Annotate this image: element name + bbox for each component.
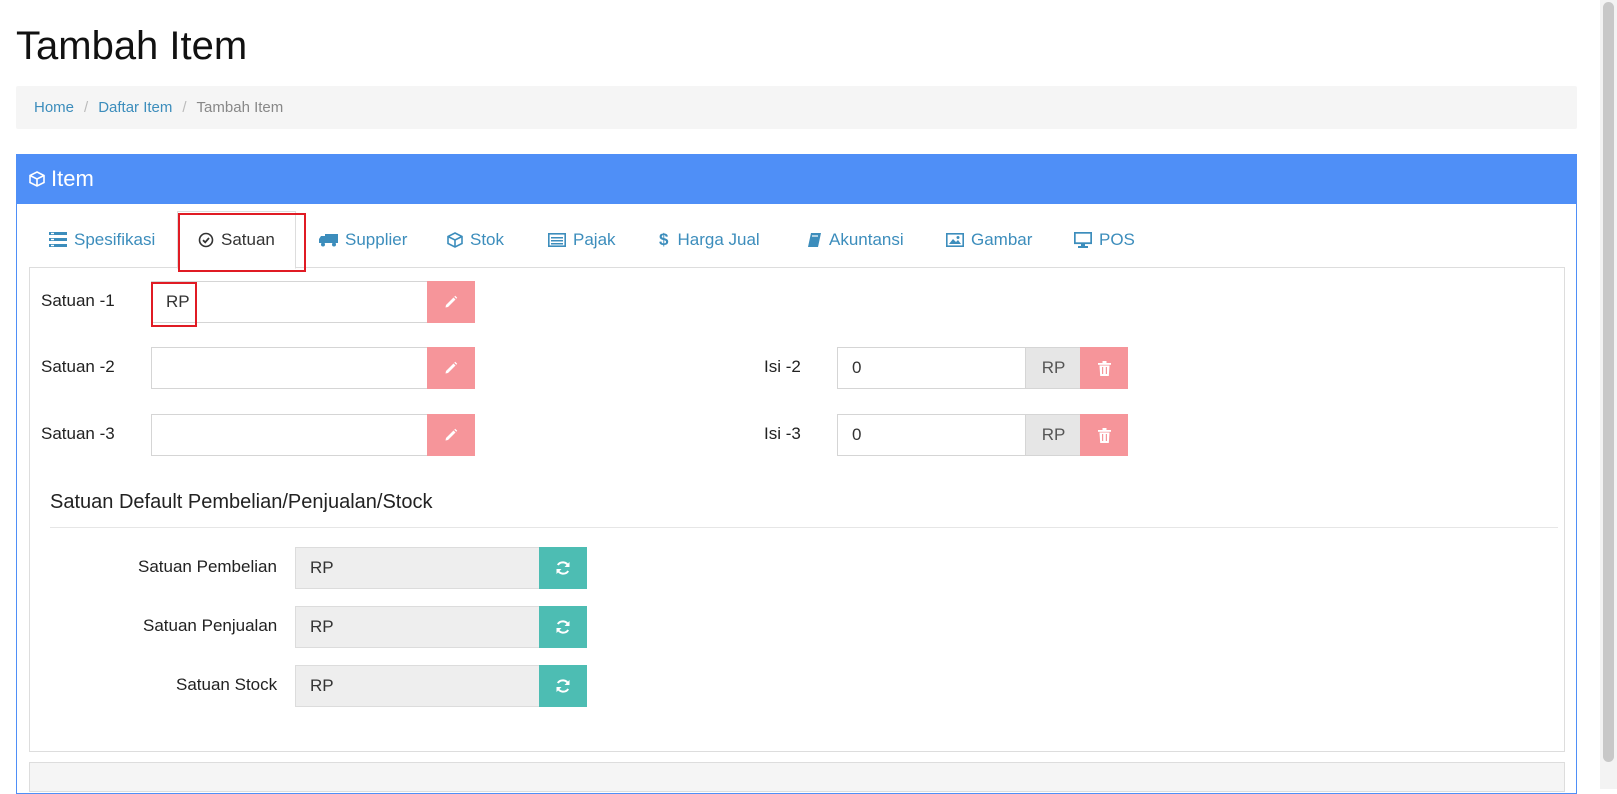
cube-icon: [29, 171, 45, 187]
tab-harga-jual[interactable]: $ Harga Jual: [659, 211, 760, 268]
book-icon: [808, 232, 821, 247]
satuan-pembelian-field: [295, 547, 541, 589]
page-title: Tambah Item: [16, 24, 248, 68]
trash-icon: [1097, 360, 1111, 376]
monitor-icon: [1074, 231, 1092, 248]
tab-label: POS: [1099, 229, 1135, 249]
satuan-1-label: Satuan -1: [41, 291, 115, 310]
panel-heading: Item: [17, 154, 1576, 204]
pencil-icon: [445, 428, 458, 441]
tab-label: Akuntansi: [829, 229, 904, 249]
tab-gambar[interactable]: Gambar: [946, 211, 1032, 268]
list-alt-icon: [548, 232, 566, 247]
tab-pajak[interactable]: Pajak: [548, 211, 616, 268]
satuan-2-input[interactable]: [151, 347, 428, 389]
tab-label: Gambar: [971, 229, 1033, 249]
isi-2-label: Isi -2: [764, 357, 801, 376]
truck-icon: [319, 233, 338, 246]
breadcrumb-separator: /: [84, 99, 89, 116]
refresh-icon: [556, 679, 570, 693]
refresh-icon: [556, 620, 570, 634]
satuan-penjualan-refresh-button[interactable]: [539, 606, 587, 648]
isi-3-input[interactable]: [837, 414, 1026, 456]
scrollbar-thumb[interactable]: [1603, 2, 1614, 762]
refresh-icon: [556, 561, 570, 575]
satuan-1-input[interactable]: [151, 281, 428, 323]
tab-bar: Spesifikasi Satuan Supplier Stok Pajak $…: [29, 211, 1565, 269]
breadcrumb-daftar-item-link[interactable]: Daftar Item: [98, 99, 172, 116]
tab-supplier[interactable]: Supplier: [319, 211, 407, 268]
tab-label: Harga Jual: [677, 229, 760, 249]
breadcrumb: Home / Daftar Item / Tambah Item: [16, 86, 1577, 129]
dollar-icon: $: [659, 229, 669, 249]
check-circle-icon: [198, 232, 214, 248]
satuan-penjualan-label: Satuan Penjualan: [143, 616, 278, 635]
tab-label: Spesifikasi: [74, 229, 156, 249]
satuan-penjualan-field: [295, 606, 541, 648]
satuan-2-label: Satuan -2: [41, 357, 115, 376]
panel-title: Item: [51, 166, 94, 191]
section-divider: [50, 527, 1558, 528]
defaults-section-title: Satuan Default Pembelian/Penjualan/Stock: [50, 491, 433, 513]
satuan-stock-refresh-button[interactable]: [539, 665, 587, 707]
pencil-icon: [445, 361, 458, 374]
pencil-icon: [445, 295, 458, 308]
tab-label: Satuan: [221, 230, 275, 249]
satuan-tab-content: Satuan -1 Satuan -2 Isi -2 RP Satuan -3: [29, 268, 1565, 752]
trash-icon: [1097, 427, 1111, 443]
satuan-1-edit-button[interactable]: [427, 281, 475, 323]
satuan-3-edit-button[interactable]: [427, 414, 475, 456]
tab-akuntansi[interactable]: Akuntansi: [807, 211, 904, 268]
breadcrumb-current: Tambah Item: [196, 99, 284, 116]
tab-label: Supplier: [345, 229, 408, 249]
isi-3-delete-button[interactable]: [1080, 414, 1128, 456]
tab-label: Stok: [470, 229, 505, 249]
tab-satuan[interactable]: Satuan: [177, 211, 296, 269]
tab-spesifikasi[interactable]: Spesifikasi: [49, 211, 155, 268]
isi-3-label: Isi -3: [764, 424, 801, 443]
satuan-2-edit-button[interactable]: [427, 347, 475, 389]
list-icon: [49, 232, 67, 247]
item-panel: Item Spesifikasi Satuan Supplier Stok Pa…: [16, 154, 1577, 794]
satuan-3-label: Satuan -3: [41, 424, 115, 443]
picture-icon: [946, 232, 964, 247]
tab-stok[interactable]: Stok: [447, 211, 504, 268]
isi-2-delete-button[interactable]: [1080, 347, 1128, 389]
breadcrumb-separator: /: [182, 99, 187, 116]
satuan-3-input[interactable]: [151, 414, 428, 456]
satuan-stock-field: [295, 665, 541, 707]
cube-icon: [447, 231, 463, 248]
isi-2-input[interactable]: [837, 347, 1026, 389]
satuan-pembelian-refresh-button[interactable]: [539, 547, 587, 589]
tab-pos[interactable]: POS: [1074, 211, 1135, 268]
satuan-stock-label: Satuan Stock: [176, 675, 278, 694]
breadcrumb-home-link[interactable]: Home: [34, 99, 74, 116]
next-section-strip: [29, 762, 1565, 792]
satuan-pembelian-label: Satuan Pembelian: [138, 557, 277, 576]
isi-2-unit-addon: RP: [1026, 347, 1082, 389]
tab-label: Pajak: [573, 229, 616, 249]
isi-3-unit-addon: RP: [1026, 414, 1082, 456]
